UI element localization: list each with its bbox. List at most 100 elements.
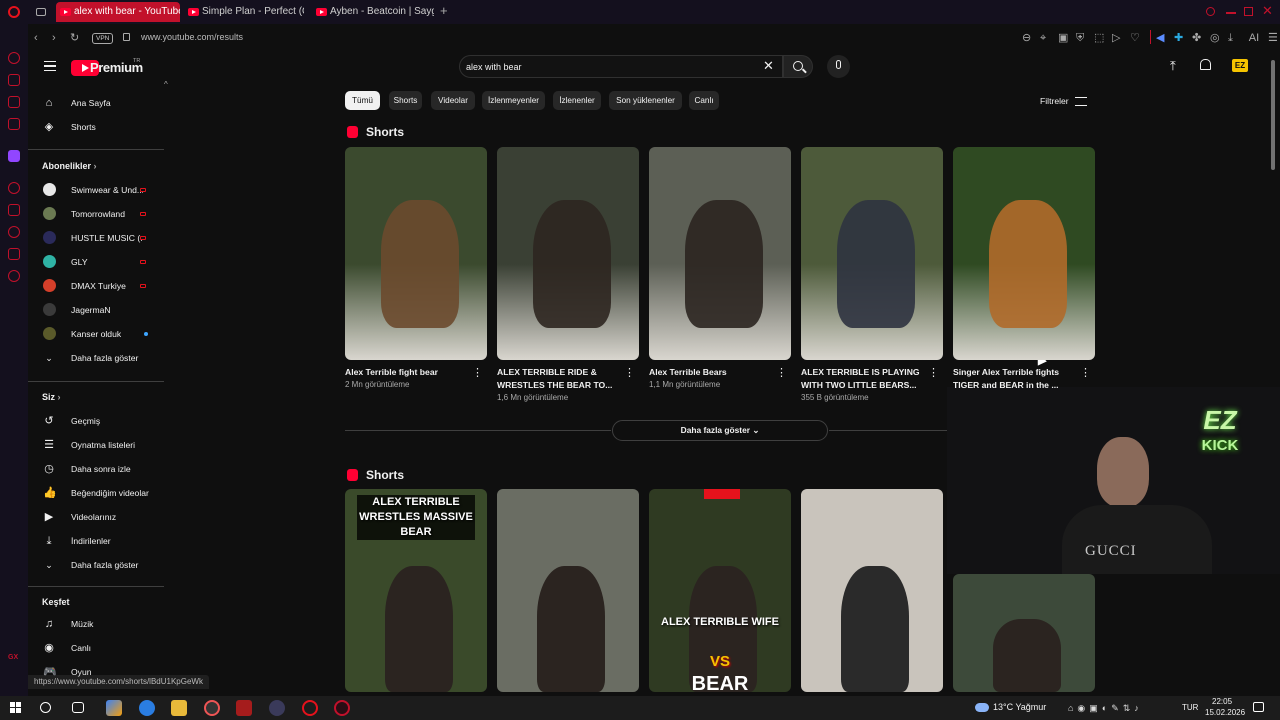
pin-icon[interactable]: ⌖ [1040, 31, 1046, 45]
sidebar-item-music[interactable]: ♫ Müzik [28, 612, 164, 636]
snapshot-icon[interactable]: ▣ [1058, 31, 1068, 45]
opera-sidebar-chat-icon[interactable] [8, 248, 20, 260]
close-window-button[interactable]: ✕ [1262, 3, 1273, 19]
aria-ai-icon[interactable]: AI [1244, 31, 1264, 45]
opera-sidebar-clock-icon[interactable] [8, 226, 20, 238]
shorts-title[interactable]: Alex Terrible Bears [649, 366, 775, 379]
search-input[interactable] [466, 58, 746, 75]
more-actions-icon[interactable]: ⋮ [776, 368, 787, 379]
zoom-icon[interactable]: ⊖ [1022, 31, 1031, 45]
sidebar-item-like[interactable]: 👍 Beğendiğim videolar [28, 481, 164, 505]
taskbar-app-recorder-icon[interactable] [236, 700, 252, 716]
upload-icon[interactable]: ⤒ [1170, 58, 1176, 74]
shorts-title[interactable]: ALEX TERRIBLE IS PLAYING WITH TWO LITTLE… [801, 366, 927, 392]
subscriptions-show-more[interactable]: ⌄ Daha fazla göster [28, 346, 164, 370]
tab-ayben[interactable]: Ayben - Beatcoin | Saygı1 [312, 2, 434, 22]
tab-youtube-search[interactable]: alex with bear - YouTube [56, 2, 180, 22]
extension-icon[interactable]: ✚ [1174, 31, 1183, 45]
weather-widget[interactable]: 13°C Yağmur [975, 700, 1046, 714]
shorts-thumbnail[interactable]: ALEX TERRIBLE WIFE VS BEAR [649, 489, 791, 692]
shorts-title[interactable]: Alex Terrible fight bear [345, 366, 471, 379]
maximize-button[interactable] [1244, 7, 1253, 16]
shorts-card[interactable]: Alex Terrible fight bear ⋮ 2 Mn görüntülem… [345, 147, 487, 407]
shorts-title[interactable]: Singer Alex Terrible fights TIGER and BE… [953, 366, 1079, 392]
shorts-thumbnail[interactable] [953, 574, 1095, 692]
sidebar-item-shorts[interactable]: ◈ Shorts [28, 115, 164, 139]
shorts-title[interactable]: ALEX TERRIBLE RIDE & WRESTLES THE BEAR T… [497, 366, 623, 392]
shorts-card[interactable]: Alex Terrible Bears ⋮ 1,1 Mn görüntüleme [649, 147, 791, 407]
filters-button[interactable]: Filtreler [1040, 93, 1088, 109]
you-show-more[interactable]: ⌄ Daha fazla göster [28, 553, 164, 577]
show-more-button[interactable]: Daha fazla göster ⌄ [612, 420, 828, 441]
taskbar-app-chrome-icon[interactable] [204, 700, 220, 716]
opera-logo-icon[interactable] [8, 6, 20, 18]
sidebar-item-download[interactable]: ⤓ İndirilenler [28, 529, 164, 553]
shorts-thumbnail[interactable] [801, 489, 943, 692]
clear-search-icon[interactable]: ✕ [763, 58, 774, 74]
opera-sidebar-settings-icon[interactable] [8, 270, 20, 282]
taskbar-app-opera-icon[interactable] [302, 700, 318, 716]
reload-icon[interactable]: ↻ [70, 31, 79, 45]
sidebar-item-playlists[interactable]: ☰ Oynatma listeleri [28, 433, 164, 457]
more-actions-icon[interactable]: ⋮ [928, 368, 939, 379]
downloads-icon[interactable]: ⤓ [1228, 31, 1233, 45]
taskbar-app-edge-icon[interactable] [139, 700, 155, 716]
sidebar-collapse-arrow[interactable]: ^ [164, 80, 168, 89]
sidebar-item-history[interactable]: ↺ Geçmiş [28, 409, 164, 433]
shorts-card[interactable]: Singer Alex Terrible fights TIGER and BE… [953, 147, 1095, 407]
taskbar-app-copilot-icon[interactable] [106, 700, 122, 716]
gx-icon[interactable]: GX [8, 654, 18, 661]
opera-sidebar-mail-icon[interactable] [8, 118, 20, 130]
sidebar-item-watch-later[interactable]: ◷ Daha sonra izle [28, 457, 164, 481]
sidebar-item-home[interactable]: ⌂ Ana Sayfa [28, 91, 164, 115]
clock-date[interactable]: 15.02.2026 [1205, 708, 1245, 717]
taskbar-search-icon[interactable] [40, 702, 51, 713]
easy-setup-icon[interactable]: ☰ [1268, 31, 1278, 45]
more-actions-icon[interactable]: ⋮ [1080, 368, 1091, 379]
shorts-thumbnail[interactable] [497, 489, 639, 692]
shorts-thumbnail[interactable] [345, 147, 487, 360]
sidebar-item-gaming[interactable]: 🎮 Oyun [28, 660, 164, 684]
tab-simple-plan[interactable]: Simple Plan - Perfect (Offi [184, 2, 304, 22]
page-scrollbar[interactable] [1271, 60, 1275, 170]
tab-manager-icon[interactable] [36, 8, 46, 16]
sidebar-subscription-item[interactable]: HUSTLE MUSIC (... [28, 226, 164, 250]
vpn-badge[interactable]: VPN [92, 33, 114, 44]
filter-chip[interactable]: İzlenenler [553, 91, 601, 110]
shorts-card[interactable]: ALEX TERRIBLE IS PLAYING WITH TWO LITTLE… [801, 147, 943, 407]
filter-chip[interactable]: Videolar [431, 91, 475, 110]
sidebar-subscription-item[interactable]: DMAX Turkiye [28, 274, 164, 298]
sidebar-subscription-item[interactable]: Swimwear & Und... [28, 178, 164, 202]
notification-icon[interactable] [1253, 702, 1264, 712]
minimize-button[interactable] [1226, 12, 1236, 14]
subscriptions-heading[interactable]: Abonelikler › [42, 161, 97, 171]
filter-chip[interactable]: Canlı [689, 91, 719, 110]
guide-menu-icon[interactable] [44, 61, 56, 71]
screen-capture-icon[interactable]: ⬚ [1094, 31, 1104, 45]
opera-sidebar-person-icon[interactable] [8, 74, 20, 86]
notifications-bell-icon[interactable] [1200, 59, 1211, 70]
more-actions-icon[interactable]: ⋮ [472, 368, 483, 379]
back-icon[interactable]: ‹ [34, 31, 38, 45]
url-field[interactable]: www.youtube.com/results [141, 32, 243, 42]
opera-sidebar-bookmark-icon[interactable] [8, 204, 20, 216]
shorts-card[interactable]: ALEX TERRIBLE RIDE & WRESTLES THE BEAR T… [497, 147, 639, 407]
windows-start-icon[interactable] [8, 700, 24, 716]
sidebar-item-your-videos[interactable]: ▶ Videolarınız [28, 505, 164, 529]
filter-chip[interactable]: Shorts [389, 91, 422, 110]
new-tab-button[interactable]: + [440, 4, 448, 18]
play-icon[interactable]: ▷ [1112, 31, 1120, 45]
puzzle-icon[interactable]: ✤ [1192, 31, 1201, 45]
shorts-thumbnail[interactable] [953, 147, 1095, 360]
shield-icon[interactable]: ⛨ [1076, 31, 1084, 45]
task-view-icon[interactable] [72, 702, 84, 713]
clock-time[interactable]: 22:05 [1212, 697, 1232, 706]
opera-sidebar-messenger-icon[interactable] [8, 96, 20, 108]
sidebar-item-live[interactable]: ◉ Canlı [28, 636, 164, 660]
search-button[interactable] [783, 55, 813, 78]
filter-chip[interactable]: İzlenmeyenler [482, 91, 545, 110]
forward-icon[interactable]: › [52, 31, 56, 45]
search-tabs-icon[interactable] [1206, 7, 1215, 16]
music-player-icon[interactable]: ◀ [1156, 31, 1164, 45]
crypto-wallet-icon[interactable]: ◎ [1210, 31, 1220, 45]
